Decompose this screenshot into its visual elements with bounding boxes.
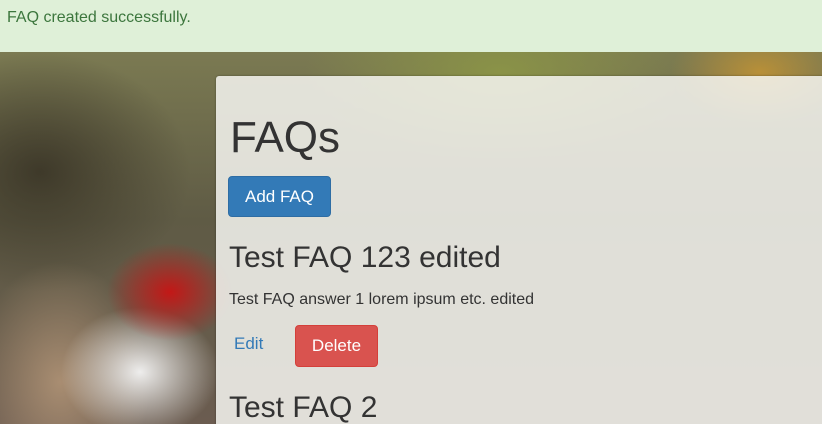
faq-answer: Test FAQ answer 1 lorem ipsum etc. edite… <box>229 291 535 308</box>
delete-faq-button[interactable]: Delete <box>295 325 378 367</box>
edit-faq-link[interactable]: Edit <box>234 334 263 354</box>
add-faq-button[interactable]: Add FAQ <box>228 176 331 217</box>
faq-title: Test FAQ 123 edited <box>229 241 501 274</box>
page-title: FAQs <box>230 113 341 162</box>
faq-panel: FAQs Add FAQ Test FAQ 123 edited Test FA… <box>216 76 822 424</box>
faq-title: Test FAQ 2 <box>229 391 378 424</box>
success-alert-message: FAQ created successfully. <box>7 9 191 26</box>
success-alert: FAQ created successfully. <box>0 0 822 52</box>
